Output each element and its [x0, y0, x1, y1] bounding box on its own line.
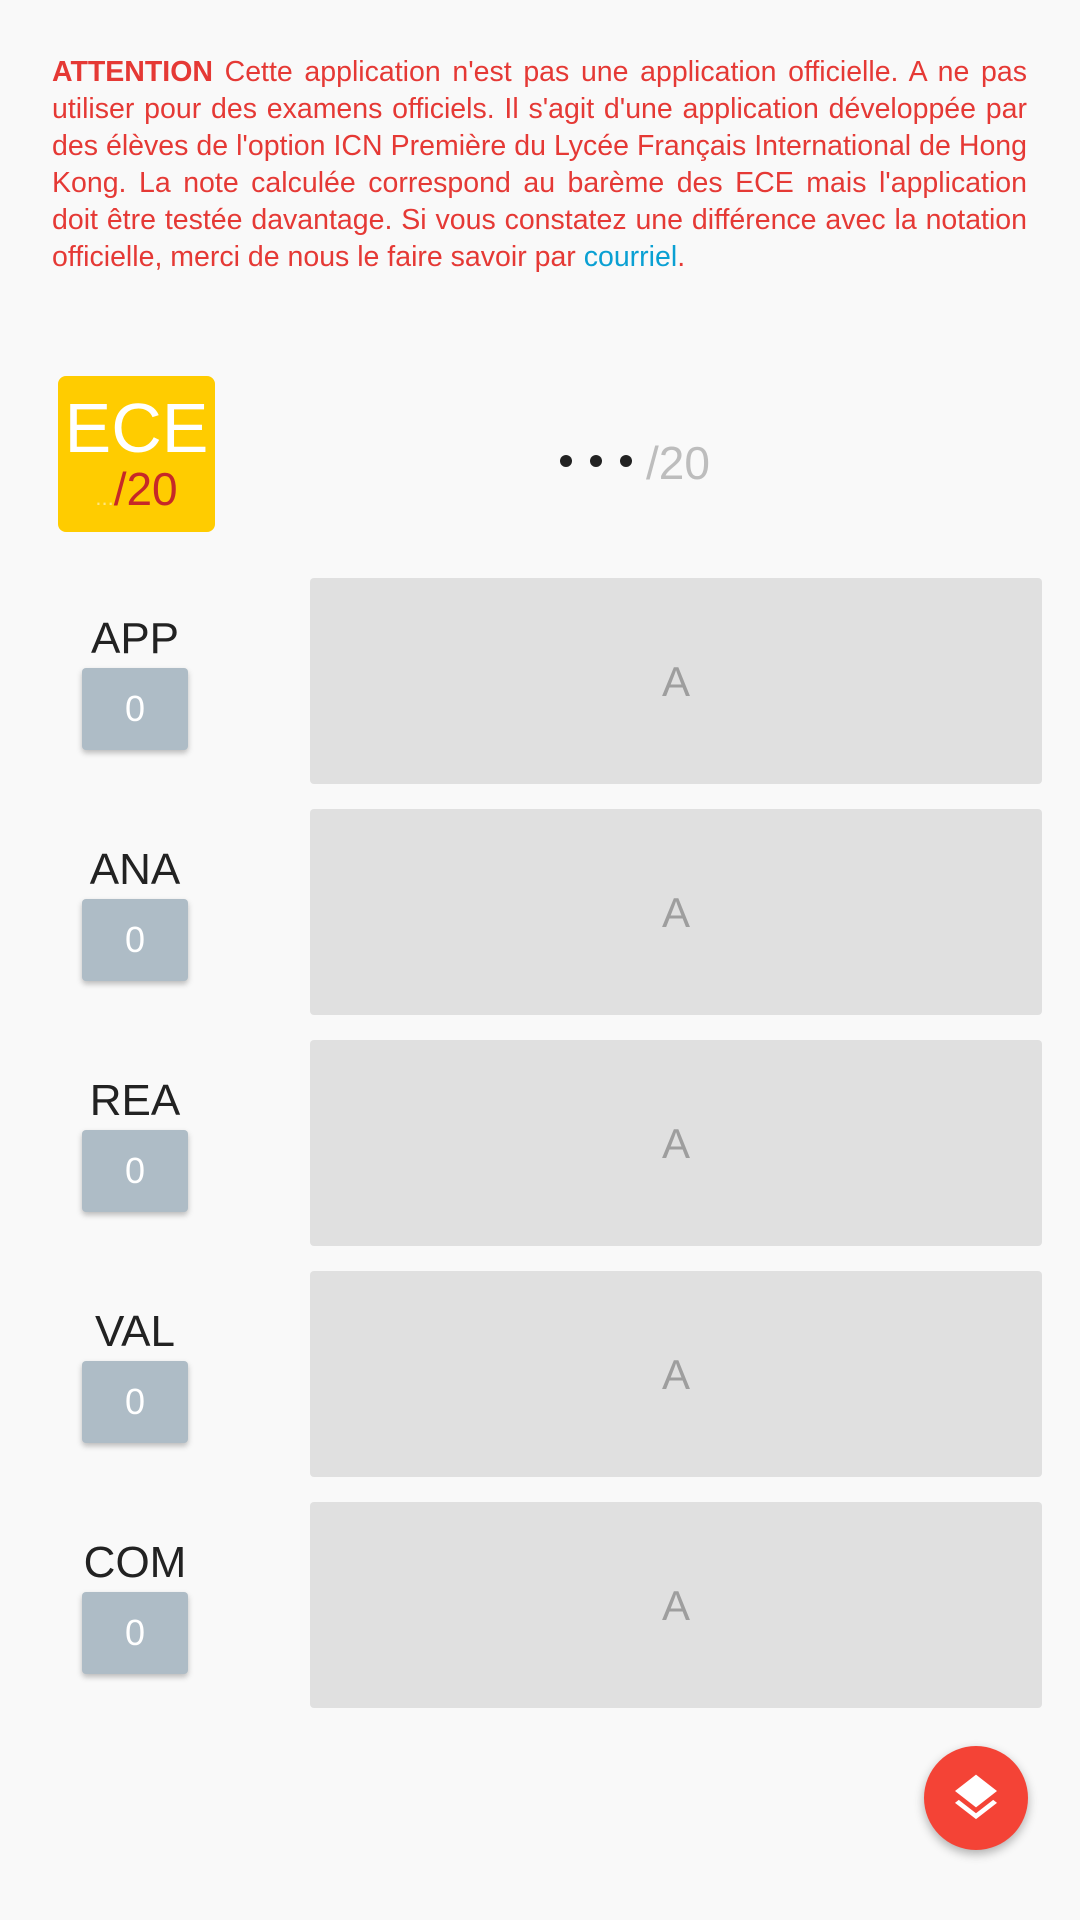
criterion-score-button[interactable]: 0 — [82, 899, 188, 981]
layers-fab-button[interactable] — [924, 1746, 1028, 1850]
total-score-max: /20 — [646, 437, 710, 489]
criterion-grade-panel[interactable]: A — [310, 1040, 1042, 1246]
ece-badge-title: ECE — [64, 389, 209, 467]
criterion-label: ANA — [89, 845, 181, 894]
ece-badge-score: .../20 — [58, 462, 215, 516]
criterion-row-ana: ANA 0 A — [0, 809, 1080, 1015]
criterion-label: REA — [89, 1076, 181, 1125]
disclaimer-text: ATTENTION Cette application n'est pas un… — [52, 54, 1027, 276]
criterion-grade: A — [661, 889, 690, 936]
criterion-grade: A — [661, 1120, 690, 1167]
disclaimer-title: ATTENTION — [52, 56, 213, 88]
criterion-row-rea: REA 0 A — [0, 1040, 1080, 1246]
disclaimer-end: . — [677, 241, 686, 273]
ece-badge-dots: ... — [95, 485, 114, 510]
loading-dots-icon — [560, 455, 632, 467]
criterion-label: APP — [90, 614, 180, 663]
criterion-score-button[interactable]: 0 — [82, 1130, 188, 1212]
criterion-label: COM — [83, 1538, 187, 1587]
criterion-label: VAL — [95, 1307, 175, 1356]
criterion-row-val: VAL 0 A — [0, 1271, 1080, 1477]
total-score: /20 — [560, 436, 800, 490]
criterion-grade-panel[interactable]: A — [310, 809, 1042, 1015]
criterion-row-com: COM 0 A — [0, 1502, 1080, 1708]
ece-badge: ECE .../20 — [58, 376, 215, 532]
layers-icon — [955, 1774, 997, 1820]
criterion-score-button[interactable]: 0 — [82, 1592, 188, 1674]
criterion-grade: A — [661, 1351, 690, 1398]
criterion-grade: A — [661, 658, 690, 705]
disclaimer-body: Cette application n'est pas une applicat… — [52, 56, 1027, 273]
criterion-grade-panel[interactable]: A — [310, 578, 1042, 784]
criterion-score-button[interactable]: 0 — [82, 668, 188, 750]
criterion-grade-panel[interactable]: A — [310, 1502, 1042, 1708]
criterion-score-button[interactable]: 0 — [82, 1361, 188, 1443]
criterion-grade: A — [661, 1582, 690, 1629]
email-link[interactable]: courriel — [584, 241, 677, 273]
criterion-row-app: APP 0 A — [0, 578, 1080, 784]
criterion-grade-panel[interactable]: A — [310, 1271, 1042, 1477]
ece-badge-max: /20 — [113, 463, 178, 515]
